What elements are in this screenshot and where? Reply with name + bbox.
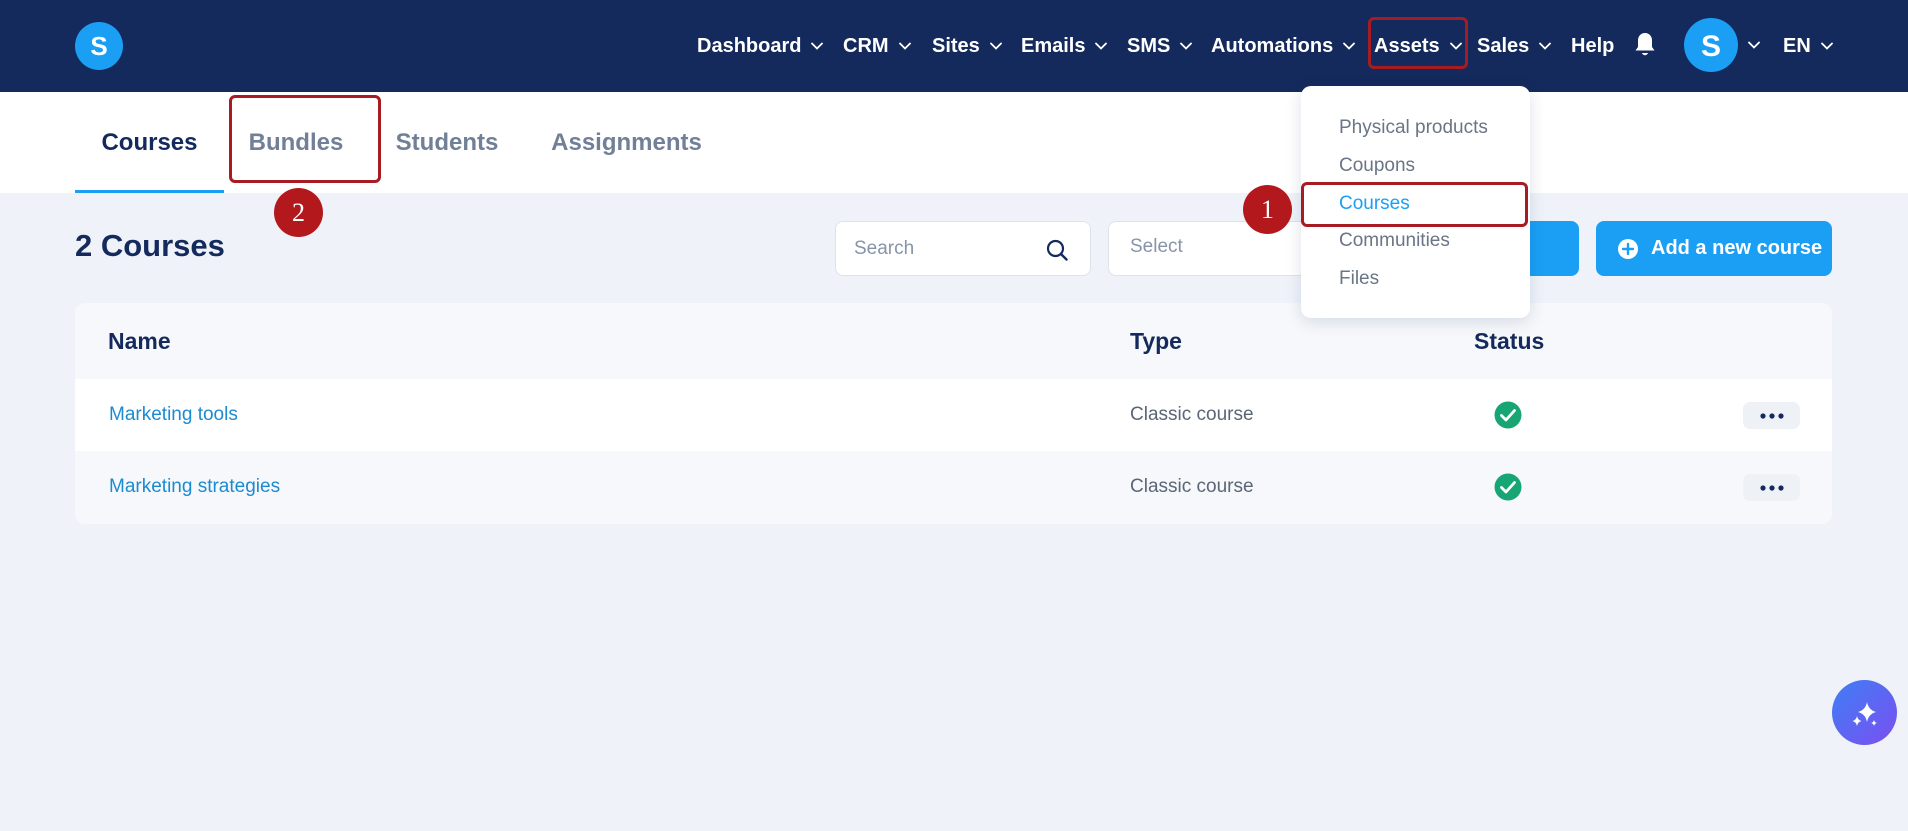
- status-select-placeholder: Select: [1130, 236, 1183, 257]
- menu-item-files[interactable]: Files: [1339, 264, 1379, 294]
- courses-table: Name Type Status Marketing tools Classic…: [75, 303, 1832, 524]
- chevron-down-icon: [811, 42, 824, 50]
- step-badge-1: 1: [1243, 185, 1292, 234]
- nav-emails-label: Emails: [1021, 34, 1086, 57]
- tab-courses[interactable]: Courses: [75, 92, 224, 193]
- app-logo[interactable]: S: [75, 22, 123, 70]
- top-navigation-bar: S Dashboard CRM Sites Emails SMS Automat…: [0, 0, 1908, 92]
- chevron-down-icon: [898, 42, 911, 50]
- plus-circle-icon: [1618, 238, 1638, 259]
- menu-item-communities[interactable]: Communities: [1339, 226, 1450, 256]
- logo-s-icon: S: [90, 31, 107, 61]
- tab-students-label: Students: [395, 128, 499, 156]
- check-circle-icon: [1494, 473, 1522, 501]
- menu-item-coupons[interactable]: Coupons: [1339, 151, 1415, 181]
- user-avatar[interactable]: S: [1684, 18, 1738, 72]
- chevron-down-icon: [1180, 42, 1193, 50]
- course-name-link[interactable]: Marketing tools: [109, 379, 238, 451]
- row-actions-button[interactable]: [1743, 402, 1800, 429]
- chevron-down-icon: [1343, 42, 1356, 50]
- page-title: 2 Courses: [75, 228, 225, 263]
- add-course-label: Add a new course: [1651, 237, 1823, 259]
- nav-sales[interactable]: Sales: [1477, 30, 1552, 62]
- table-row[interactable]: Marketing strategies Classic course: [75, 451, 1832, 523]
- highlight-courses-menu-item: [1301, 182, 1528, 227]
- search-icon[interactable]: [1045, 238, 1069, 262]
- highlight-assets-nav: [1368, 17, 1468, 69]
- chevron-down-icon: [1820, 42, 1833, 50]
- nav-help-label: Help: [1571, 34, 1615, 57]
- search-input[interactable]: [854, 234, 1034, 264]
- search-box: [835, 221, 1091, 276]
- nav-sms-label: SMS: [1127, 34, 1171, 57]
- add-course-button[interactable]: Add a new course: [1596, 221, 1832, 276]
- nav-sales-label: Sales: [1477, 34, 1530, 57]
- language-selector[interactable]: EN: [1783, 30, 1833, 62]
- chevron-down-icon[interactable]: [1748, 41, 1760, 49]
- avatar-letter: S: [1701, 30, 1721, 61]
- language-label: EN: [1783, 34, 1811, 57]
- menu-item-physical-products[interactable]: Physical products: [1339, 113, 1488, 143]
- tab-assignments[interactable]: Assignments: [540, 92, 713, 193]
- row-actions-button[interactable]: [1743, 474, 1800, 501]
- tab-students[interactable]: Students: [380, 92, 514, 193]
- ai-assistant-button[interactable]: [1832, 680, 1897, 745]
- more-horizontal-icon: [1759, 484, 1784, 491]
- tab-courses-label: Courses: [101, 128, 198, 156]
- nav-crm-label: CRM: [843, 34, 889, 57]
- nav-dashboard-label: Dashboard: [697, 34, 802, 57]
- step-badge-2: 2: [274, 188, 323, 237]
- course-type: Classic course: [1130, 476, 1254, 497]
- more-horizontal-icon: [1759, 412, 1784, 419]
- nav-crm[interactable]: CRM: [843, 30, 911, 62]
- nav-dashboard[interactable]: Dashboard: [697, 30, 824, 62]
- column-header-name[interactable]: Name: [108, 303, 171, 379]
- nav-automations[interactable]: Automations: [1211, 30, 1356, 62]
- chevron-down-icon: [989, 42, 1002, 50]
- table-row[interactable]: Marketing tools Classic course: [75, 379, 1832, 451]
- nav-help[interactable]: Help: [1571, 30, 1614, 62]
- chevron-down-icon: [1539, 42, 1552, 50]
- logo-letter: S: [90, 31, 107, 61]
- course-type: Classic course: [1130, 404, 1254, 425]
- column-header-type[interactable]: Type: [1130, 303, 1182, 379]
- nav-sites-label: Sites: [932, 34, 980, 57]
- nav-sms[interactable]: SMS: [1127, 30, 1193, 62]
- nav-emails[interactable]: Emails: [1021, 30, 1108, 62]
- check-circle-icon: [1494, 401, 1522, 429]
- bell-icon[interactable]: [1633, 31, 1657, 59]
- tab-assignments-label: Assignments: [551, 128, 702, 156]
- course-name-link[interactable]: Marketing strategies: [109, 451, 280, 523]
- highlight-bundles-tab: [229, 95, 381, 183]
- nav-automations-label: Automations: [1211, 34, 1334, 57]
- nav-sites[interactable]: Sites: [932, 30, 1002, 62]
- sparkle-icon: [1852, 701, 1877, 726]
- chevron-down-icon: [1095, 42, 1108, 50]
- avatar-letter-icon: S: [1701, 30, 1721, 61]
